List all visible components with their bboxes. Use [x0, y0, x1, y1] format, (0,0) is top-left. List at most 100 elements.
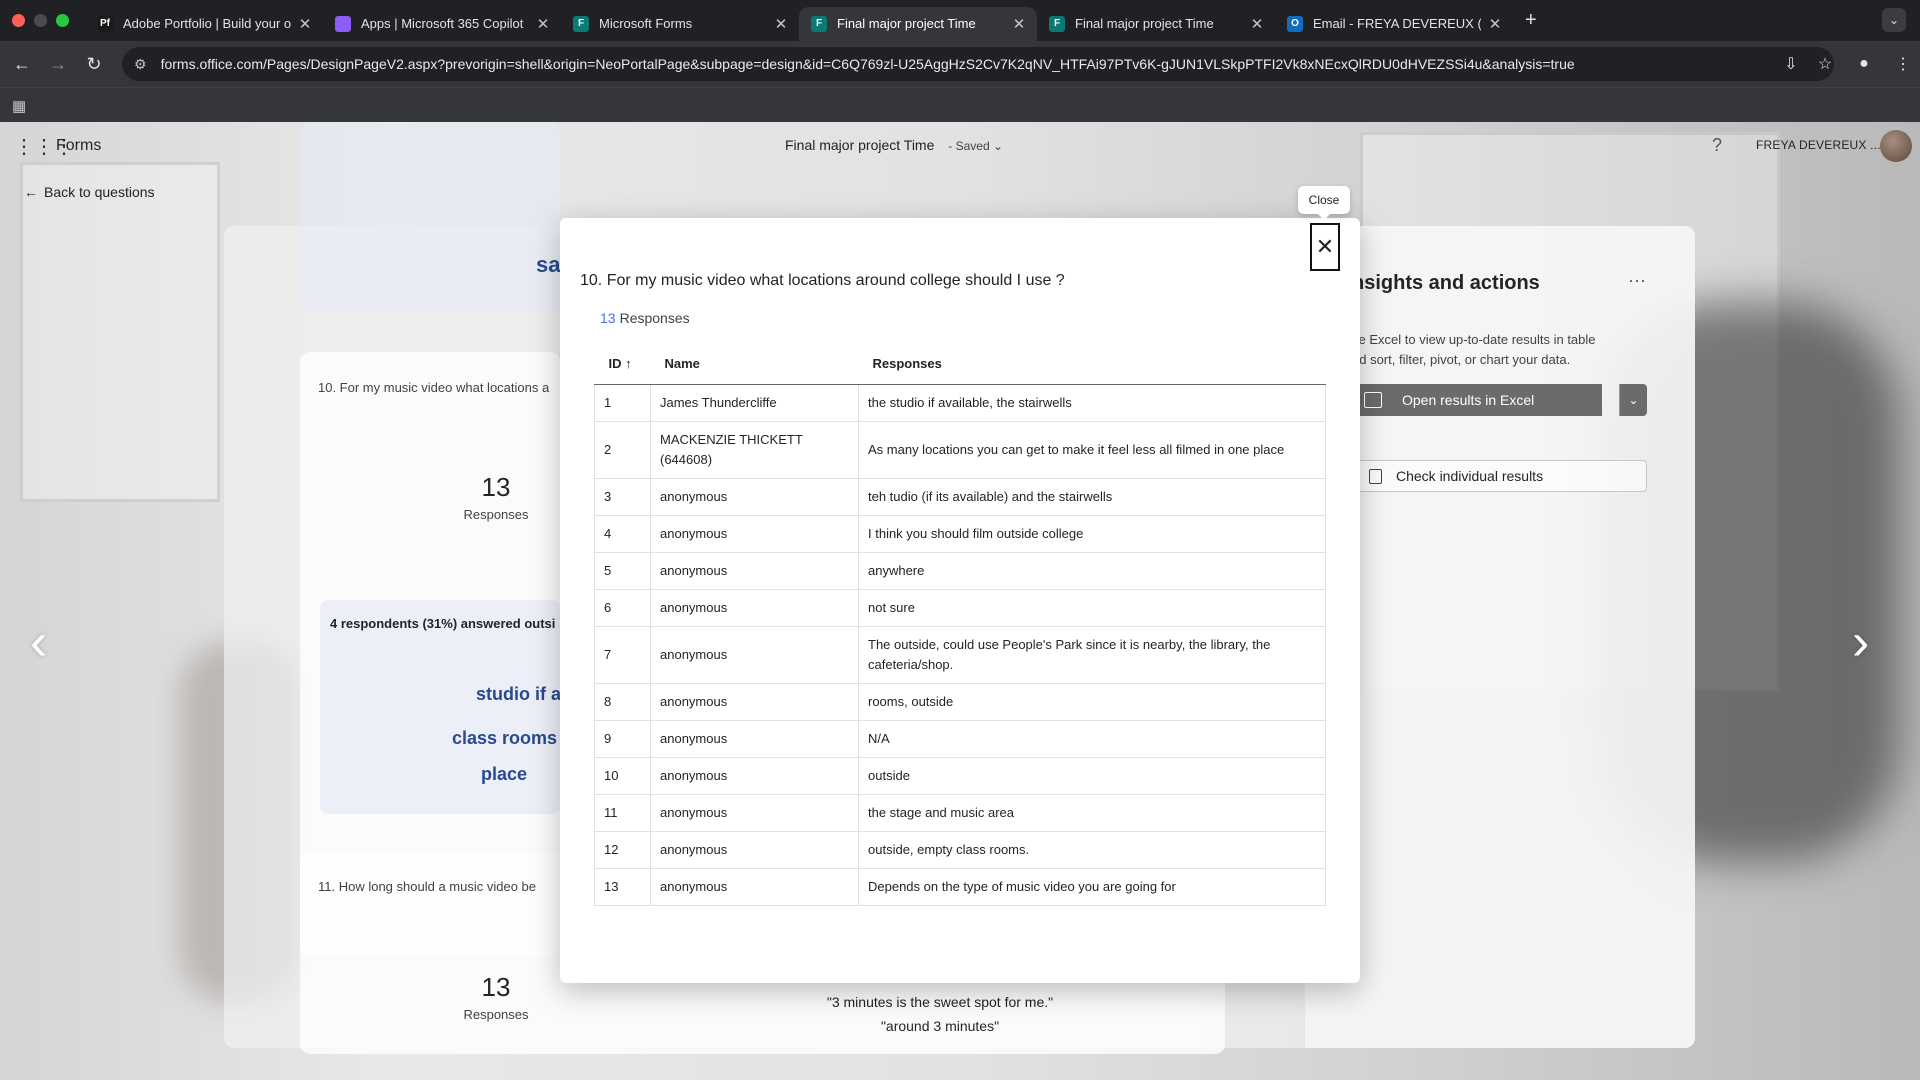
question-title: 10. For my music video what locations a [318, 380, 550, 395]
close-icon: ✕ [1315, 234, 1335, 259]
url-text[interactable]: forms.office.com/Pages/DesignPageV2.aspx… [161, 56, 1575, 72]
response-count-value: 13 [600, 310, 616, 326]
tab-title: Adobe Portfolio | Build your o [123, 16, 291, 31]
table-row: 2 MACKENZIE THICKETT (644608) As many loca… [594, 420, 1326, 479]
app-launcher-icon[interactable]: ⋮⋮⋮ [14, 134, 74, 159]
close-tab-icon[interactable]: ✕ [535, 15, 551, 33]
address-bar[interactable]: ⚙ forms.office.com/Pages/DesignPageV2.as… [122, 47, 1834, 81]
column-header-responses[interactable]: Responses [858, 344, 1326, 385]
forms-app-name[interactable]: Forms [56, 137, 101, 155]
forward-arrow-icon[interactable]: → [40, 54, 76, 75]
cell-response: outside [858, 756, 1326, 795]
cell-name: anonymous [650, 551, 859, 590]
next-arrow-icon[interactable]: › [1852, 612, 1869, 672]
window-controls [12, 14, 69, 27]
response-count: 13 Responses [436, 972, 556, 1022]
table-row: 6 anonymous not sure [594, 588, 1326, 627]
new-tab-button[interactable]: + [1525, 9, 1537, 32]
cell-response: teh tudio (if its available) and the sta… [858, 477, 1326, 516]
adobe-portfolio-icon: Pf [97, 15, 113, 32]
results-doc-icon [1369, 469, 1382, 484]
tab-title: Final major project Time [1075, 16, 1214, 31]
responses-dialog: 10. For my music video what locations ar… [560, 218, 1360, 983]
close-tab-icon[interactable]: ✕ [773, 15, 789, 33]
browser-tab[interactable]: Pf Adobe Portfolio | Build your o ✕ [85, 7, 323, 41]
cell-name: anonymous [650, 514, 859, 553]
more-options-icon[interactable]: ··· [1628, 270, 1646, 291]
sort-ascending-icon[interactable]: ↑ [625, 356, 632, 371]
chevron-down-icon[interactable]: ⌄ [993, 139, 1003, 153]
table-row: 8 anonymous rooms, outside [594, 682, 1326, 721]
browser-menu-icon[interactable]: ⋮ [1886, 54, 1920, 74]
cell-name: anonymous [650, 719, 859, 758]
responses-label: Responses [619, 310, 690, 326]
cell-id: 12 [594, 830, 651, 869]
user-name[interactable]: FREYA DEVEREUX ... [1756, 138, 1881, 152]
cell-name: anonymous [650, 477, 859, 516]
excel-options-chevron-icon[interactable]: ⌄ [1619, 384, 1647, 416]
site-info-icon[interactable]: ⚙ [134, 56, 147, 73]
cell-id: 4 [594, 514, 651, 553]
cell-response: rooms, outside [858, 682, 1326, 721]
apps-grid-icon[interactable]: ▦ [12, 97, 26, 115]
check-individual-results-button[interactable]: Check individual results [1352, 460, 1647, 492]
close-window-button[interactable] [12, 14, 25, 27]
close-tab-icon[interactable]: ✕ [1487, 15, 1503, 33]
back-to-questions-link[interactable]: ← Back to questions [24, 184, 155, 200]
close-tab-icon[interactable]: ✕ [1011, 15, 1027, 33]
tab-title: Apps | Microsoft 365 Copilot [361, 16, 524, 31]
cell-response: not sure [858, 588, 1326, 627]
install-app-icon[interactable]: ⇩ [1774, 54, 1808, 74]
tab-search-chevron-icon[interactable]: ⌄ [1882, 8, 1906, 32]
browser-tab[interactable]: F Final major project Time ✕ [799, 6, 1037, 41]
cell-response: I think you should film outside college [858, 514, 1326, 553]
profile-icon[interactable]: ● [1842, 55, 1886, 73]
tab-title: Final major project Time [837, 16, 976, 31]
reload-icon[interactable]: ↻ [76, 54, 112, 75]
responses-label: Responses [463, 507, 529, 522]
close-dialog-button[interactable]: ✕ [1310, 223, 1340, 271]
avatar[interactable] [1880, 130, 1912, 162]
cell-id: 10 [594, 756, 651, 795]
table-row: 7 anonymous The outside, could use People'… [594, 625, 1326, 684]
insights-description-line: nd sort, filter, pivot, or chart your da… [1352, 352, 1571, 367]
back-arrow-icon[interactable]: ← [4, 54, 40, 75]
browser-tab[interactable]: F Final major project Time ✕ [1037, 7, 1275, 41]
bookmark-star-icon[interactable]: ☆ [1808, 54, 1842, 74]
responses-label: Responses [463, 1007, 529, 1022]
cell-response: anywhere [858, 551, 1326, 590]
background-window-decor [20, 162, 220, 502]
cell-id: 8 [594, 682, 651, 721]
close-tab-icon[interactable]: ✕ [1249, 15, 1265, 33]
responses-table: ID ↑ Name Responses 1 James Thundercliffe… [594, 344, 1326, 906]
browser-tab[interactable]: Apps | Microsoft 365 Copilot ✕ [323, 7, 561, 41]
browser-tab[interactable]: F Microsoft Forms ✕ [561, 7, 799, 41]
table-row: 13 anonymous Depends on the type of music … [594, 867, 1326, 906]
browser-tab[interactable]: O Email - FREYA DEVEREUX (6 ✕ [1275, 7, 1513, 41]
cell-name: anonymous [650, 756, 859, 795]
open-in-excel-label: Open results in Excel [1402, 392, 1535, 408]
back-arrow-icon: ← [24, 184, 38, 200]
table-row: 12 anonymous outside, empty class rooms. [594, 830, 1326, 869]
insights-title: nsights and actions [1352, 272, 1540, 294]
table-row: 4 anonymous I think you should film outsid… [594, 514, 1326, 553]
response-count-value: 13 [481, 972, 511, 1002]
open-in-excel-button[interactable]: Open results in Excel [1352, 384, 1602, 416]
column-header-name[interactable]: Name [650, 344, 859, 385]
previous-arrow-icon[interactable]: ‹ [30, 612, 47, 672]
column-header-id[interactable]: ID ↑ [594, 344, 651, 385]
browser-tab-strip: Pf Adobe Portfolio | Build your o ✕ Apps | … [0, 0, 1920, 41]
cell-id: 3 [594, 477, 651, 516]
table-row: 1 James Thundercliffe the studio if availa… [594, 383, 1326, 422]
minimize-window-button[interactable] [34, 14, 47, 27]
dialog-question-title: 10. For my music video what locations ar… [580, 272, 1065, 289]
help-icon[interactable]: ? [1712, 135, 1722, 156]
cell-name: anonymous [650, 588, 859, 627]
cell-name: MACKENZIE THICKETT (644608) [650, 420, 859, 479]
table-row: 11 anonymous the stage and music area [594, 793, 1326, 832]
close-tab-icon[interactable]: ✕ [297, 15, 313, 33]
table-row: 3 anonymous teh tudio (if its available) a… [594, 477, 1326, 516]
maximize-window-button[interactable] [56, 14, 69, 27]
document-title[interactable]: Final major project Time - Saved ⌄ [785, 137, 1003, 153]
word-cloud-word: class rooms [452, 728, 558, 748]
